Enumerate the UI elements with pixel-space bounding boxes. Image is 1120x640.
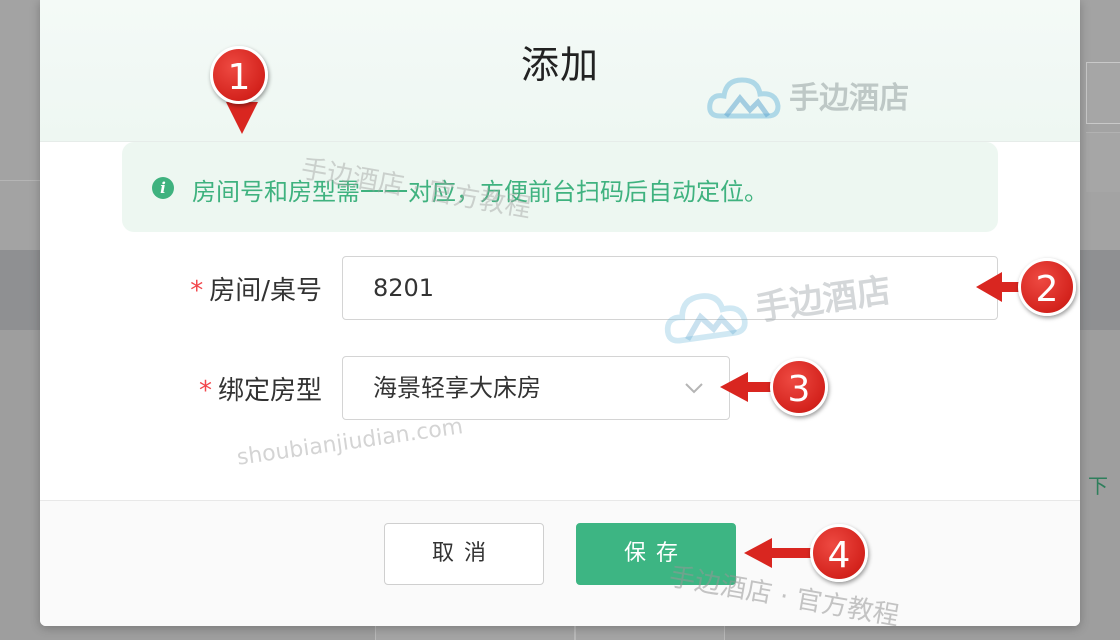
watermark-brand: 手边酒店 (789, 81, 910, 116)
arrow-left-icon (976, 272, 1024, 302)
cancel-button[interactable]: 取消 (384, 523, 544, 585)
required-mark: * (198, 376, 212, 406)
info-icon: i (152, 177, 174, 199)
background-link-text: 下 (1088, 474, 1108, 498)
step-marker-2: 2 (1018, 258, 1076, 316)
watermark-logo: 手边酒店 (706, 66, 909, 124)
dialog-footer: 取消 保存 (40, 500, 1080, 626)
arrow-left-icon (720, 372, 776, 402)
room-number-label-text: 房间/桌号 (209, 276, 322, 306)
background-control (1086, 132, 1120, 192)
arrow-left-icon (744, 538, 816, 568)
required-mark: * (190, 276, 204, 306)
add-room-dialog: 添加 i 房间号和房型需一一对应，方便前台扫码后自动定位。 * 房间/桌号 820… (40, 0, 1080, 626)
room-number-label: * 房间/桌号 (172, 270, 322, 307)
step-marker-3: 3 (770, 358, 828, 416)
background-control (1086, 62, 1120, 124)
marker-pointer (226, 102, 258, 134)
dialog-title: 添加 (520, 43, 599, 87)
watermark-brand: 手边酒店 (752, 270, 894, 330)
cloud-logo-icon (707, 77, 781, 119)
background-divider (0, 180, 40, 181)
step-marker-4: 4 (810, 524, 868, 582)
room-type-select[interactable]: 海景轻享大床房 (342, 356, 730, 420)
chevron-down-icon (685, 383, 703, 394)
dialog-header: 添加 (40, 0, 1080, 142)
step-marker-1: 1 (210, 46, 268, 104)
room-type-label: * 绑定房型 (172, 370, 322, 407)
room-type-label-text: 绑定房型 (217, 376, 322, 406)
cloud-logo-icon (664, 293, 748, 344)
room-type-selected-value: 海景轻享大床房 (373, 374, 541, 402)
info-alert: i 房间号和房型需一一对应，方便前台扫码后自动定位。 (122, 142, 998, 232)
